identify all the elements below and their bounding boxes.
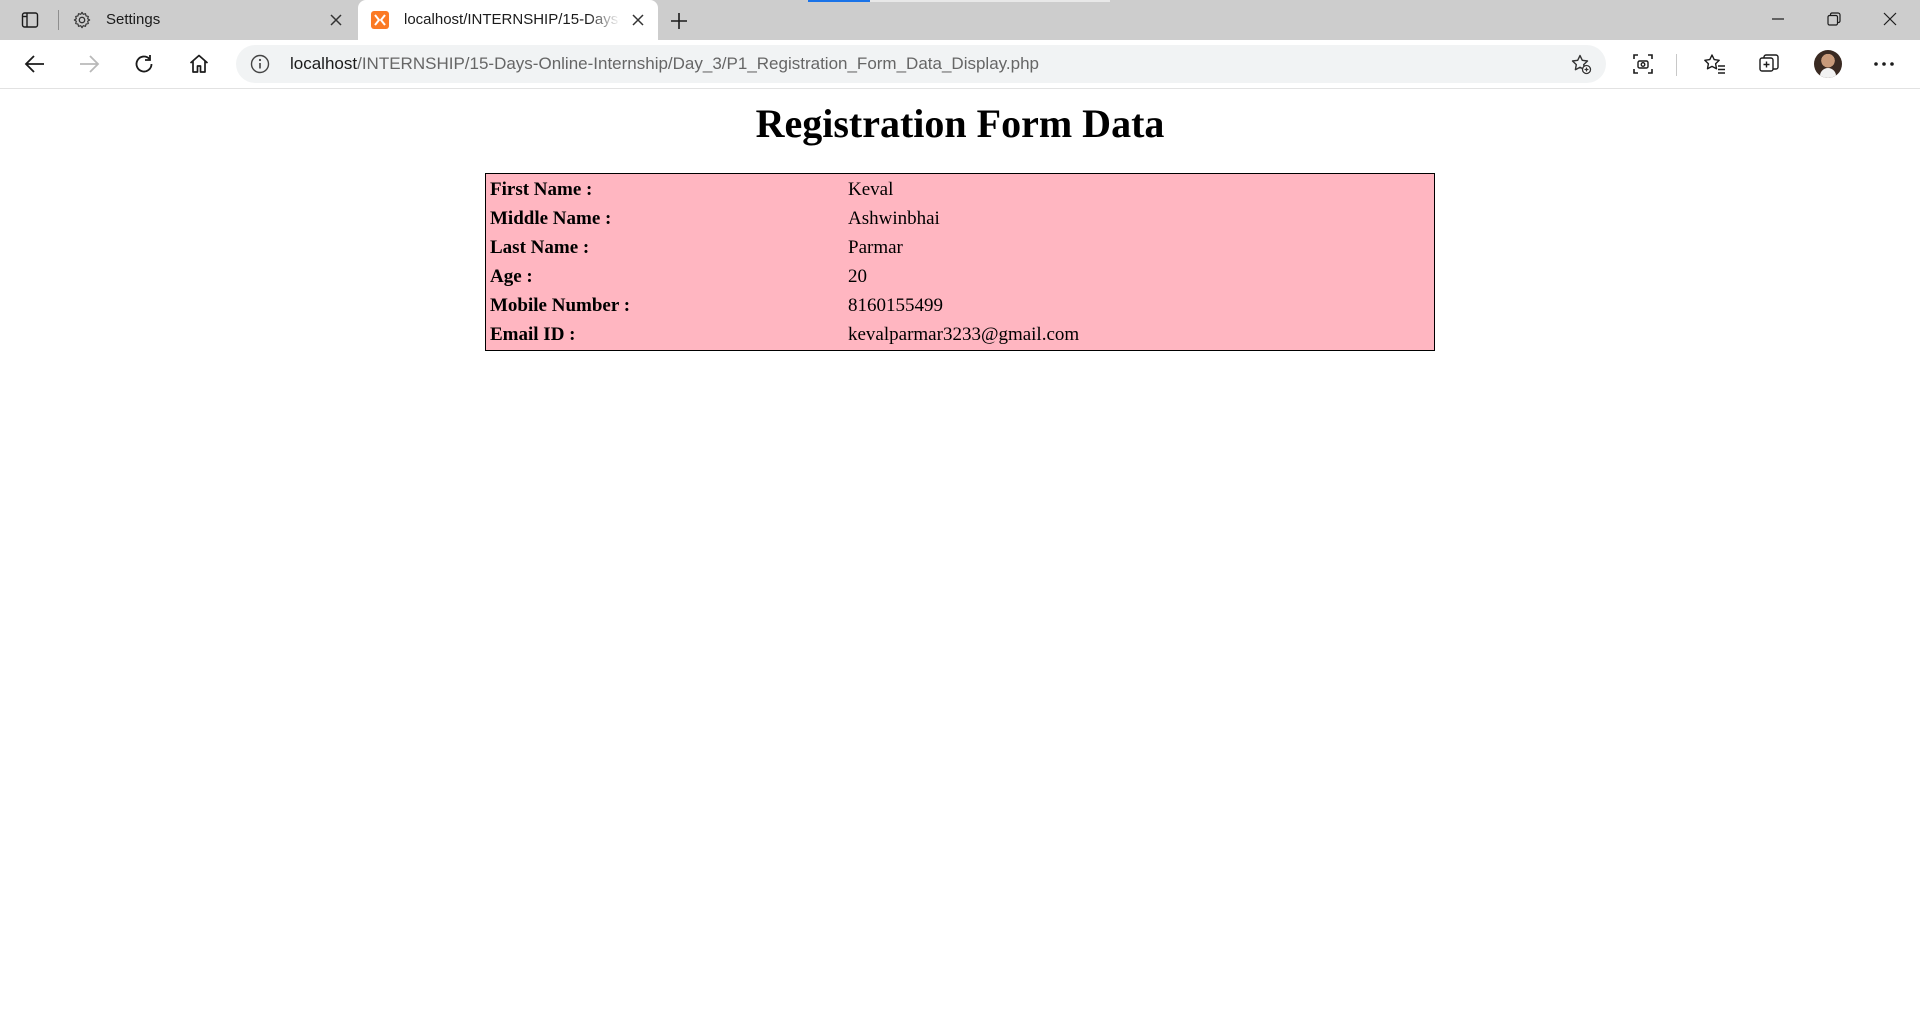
- minimize-icon: [1772, 18, 1784, 20]
- loading-track: [870, 0, 1110, 2]
- url-path: /INTERNSHIP/15-Days-Online-Internship/Da…: [357, 54, 1039, 73]
- field-value: 20: [848, 265, 867, 287]
- xampp-icon: [370, 10, 390, 30]
- tab-registration-data[interactable]: localhost/INTERNSHIP/15-Days-Online-Inte…: [358, 0, 658, 40]
- tab-settings[interactable]: Settings: [60, 0, 356, 40]
- collections-button[interactable]: [1751, 46, 1787, 82]
- gear-icon: [72, 10, 92, 30]
- home-button[interactable]: [181, 46, 217, 82]
- refresh-button[interactable]: [126, 46, 162, 82]
- close-icon: [1883, 12, 1897, 26]
- home-icon: [189, 54, 209, 73]
- restore-button[interactable]: [1806, 0, 1862, 38]
- new-tab-button[interactable]: [666, 8, 692, 34]
- toolbar-divider: [1676, 54, 1677, 76]
- url-host: localhost: [290, 54, 358, 73]
- back-arrow-icon: [24, 55, 44, 73]
- field-label: Last Name :: [490, 236, 590, 258]
- screenshot-button[interactable]: [1625, 46, 1661, 82]
- minimize-button[interactable]: [1750, 0, 1806, 38]
- favorites-button[interactable]: [1697, 46, 1733, 82]
- table-row: First Name : Keval: [488, 176, 1432, 203]
- close-tab-icon[interactable]: [628, 10, 648, 30]
- plus-icon: [671, 13, 687, 29]
- close-tab-icon[interactable]: [326, 10, 346, 30]
- tab-actions-button[interactable]: [12, 6, 48, 34]
- forward-arrow-icon: [80, 55, 100, 73]
- add-favorite-icon[interactable]: [1570, 53, 1592, 75]
- registration-data-table: First Name : Keval Middle Name : Ashwinb…: [485, 173, 1435, 351]
- settings-menu-button[interactable]: [1866, 46, 1902, 82]
- table-row: Email ID : kevalparmar3233@gmail.com: [488, 321, 1432, 348]
- web-capture-icon: [1633, 54, 1653, 74]
- refresh-icon: [135, 55, 153, 73]
- field-label: First Name :: [490, 178, 593, 200]
- site-info-icon[interactable]: [250, 54, 270, 74]
- field-label: Age :: [490, 265, 533, 287]
- tab-actions-icon: [21, 12, 39, 28]
- page-title: Registration Form Data: [755, 101, 1165, 146]
- back-button[interactable]: [17, 46, 53, 82]
- loading-indicator: [808, 0, 870, 2]
- field-value: kevalparmar3233@gmail.com: [848, 323, 1080, 345]
- field-value: Keval: [848, 178, 894, 200]
- field-label: Email ID :: [490, 323, 576, 345]
- close-window-button[interactable]: [1862, 0, 1918, 38]
- table-row: Age : 20: [488, 263, 1432, 290]
- profile-avatar[interactable]: [1814, 50, 1842, 78]
- field-value: Parmar: [848, 236, 903, 258]
- browser-toolbar: localhost/INTERNSHIP/15-Days-Online-Inte…: [0, 40, 1920, 89]
- tab-title: Settings: [106, 11, 161, 28]
- table-row: Middle Name : Ashwinbhai: [488, 205, 1432, 232]
- tab-separator: [58, 10, 59, 30]
- table-row: Last Name : Parmar: [488, 234, 1432, 261]
- address-bar[interactable]: localhost/INTERNSHIP/15-Days-Online-Inte…: [236, 45, 1606, 83]
- more-options-icon: [1874, 62, 1894, 66]
- restore-icon: [1827, 12, 1841, 26]
- favorites-icon: [1704, 54, 1725, 74]
- page-content: Registration Form Data First Name : Keva…: [0, 90, 1920, 1028]
- tab-strip: Settings localhost/INTERNSHIP/15-Days-On…: [0, 0, 1920, 40]
- url-text[interactable]: localhost/INTERNSHIP/15-Days-Online-Inte…: [290, 54, 1039, 74]
- forward-button[interactable]: [71, 46, 107, 82]
- field-value: Ashwinbhai: [848, 207, 940, 229]
- field-label: Mobile Number :: [490, 294, 631, 316]
- collections-icon: [1759, 54, 1779, 72]
- tab-title: localhost/INTERNSHIP/15-Days-Online-Inte…: [404, 11, 620, 28]
- field-label: Middle Name :: [490, 207, 612, 229]
- table-row: Mobile Number : 8160155499: [488, 292, 1432, 319]
- field-value: 8160155499: [848, 294, 943, 316]
